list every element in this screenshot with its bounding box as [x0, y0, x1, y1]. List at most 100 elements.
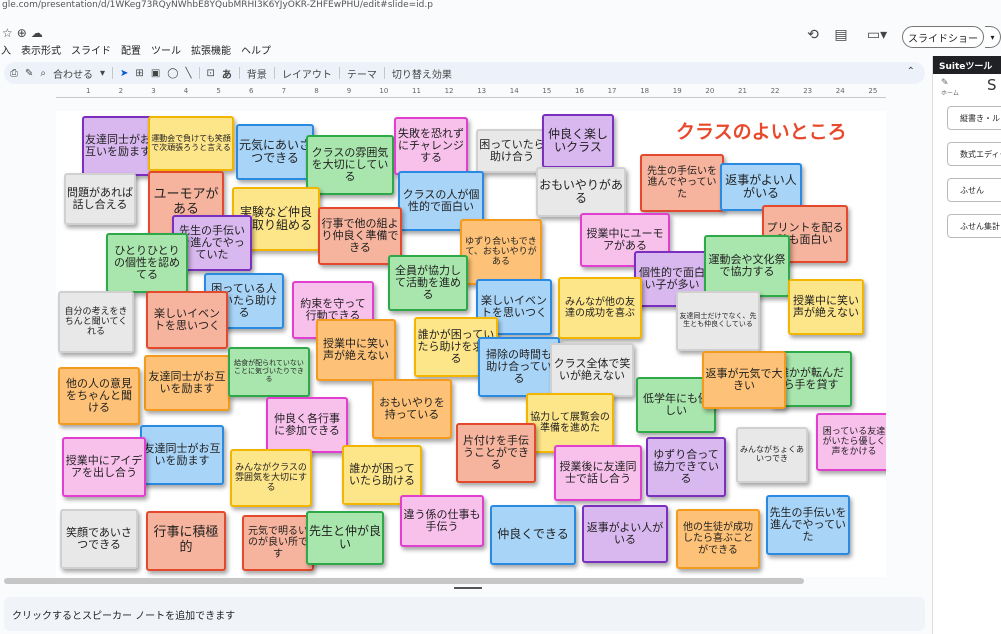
sticky-note[interactable]: 行事に積極的	[146, 511, 226, 571]
sticky-note[interactable]: 他の生徒が成功したら喜ぶことができる	[676, 509, 760, 569]
menu-item[interactable]: ヘルプ	[240, 42, 272, 57]
image-icon[interactable]: ▣	[151, 68, 160, 79]
sticky-note[interactable]: 先生と仲が良い	[306, 511, 384, 565]
speaker-notes-area[interactable]: クリックするとスピーカー ノートを追加できます	[4, 597, 925, 631]
ruler-tick-label: 12	[444, 87, 454, 95]
sticky-note[interactable]: 仲良くできる	[490, 505, 576, 565]
theme-button[interactable]: テーマ	[347, 66, 377, 81]
sticky-note[interactable]: 楽しいイベントを思いつく	[146, 291, 228, 349]
address-bar-url[interactable]: gle.com/presentation/d/1WKeg73RQyNWhbE8Y…	[0, 0, 1001, 12]
sticky-note[interactable]: 授業中に笑い声が絶えない	[316, 319, 396, 381]
home-icon[interactable]: ✎ ホーム	[941, 78, 959, 97]
sticky-note[interactable]: 友達同士がお互いを励ます	[144, 355, 230, 411]
sticky-note[interactable]: みんなが他の友達の成功を喜ぶ	[558, 277, 642, 339]
zoom-dropdown-icon[interactable]: ▾	[100, 68, 105, 79]
sticky-note[interactable]: 元気にあいさつできる	[236, 124, 314, 180]
sticky-note[interactable]: 片付けを手伝うことができる	[456, 423, 536, 483]
panel-button[interactable]: 縦書き・ルビ	[947, 106, 1001, 130]
input-tools-icon[interactable]: あ	[222, 66, 232, 81]
sticky-note[interactable]: 失敗を恐れずにチャレンジする	[394, 117, 468, 175]
sticky-note[interactable]: 協力して展覧会の準備を進めた	[526, 393, 614, 453]
sticky-note[interactable]: 授業中に笑い声が絶えない	[788, 279, 864, 335]
toolbar-divider	[198, 67, 200, 79]
sticky-note[interactable]: クラスの雰囲気を大切にしている	[306, 135, 394, 195]
comments-icon[interactable]: ▤	[832, 27, 850, 43]
line-icon[interactable]: ╲	[185, 68, 191, 79]
zoom-icon[interactable]: ⌕	[40, 68, 46, 79]
sticky-note[interactable]: 掃除の時間も助け合っている	[478, 337, 560, 397]
toolbar-divider	[273, 67, 275, 79]
sticky-note[interactable]: 返事が元気で大きい	[702, 351, 786, 409]
star-icon[interactable]: ☆	[2, 26, 17, 40]
menu-item[interactable]: ツール	[150, 42, 182, 57]
sticky-note[interactable]: ひとりひとりの個性を認めてる	[106, 233, 188, 293]
slideshow-button[interactable]: スライドショー	[902, 26, 984, 48]
sticky-note[interactable]: おもいやりを持っている	[372, 379, 452, 439]
sticky-note[interactable]: 違う係の仕事も手伝う	[400, 495, 484, 547]
horizontal-scrollbar[interactable]	[4, 578, 804, 584]
slide-title[interactable]: クラスのよいところ	[676, 117, 847, 144]
sticky-note[interactable]: 仲良く各行事に参加できる	[266, 397, 348, 453]
new-slide-icon[interactable]: ⊞	[135, 68, 143, 79]
sticky-note[interactable]: 返事がよい人がいる	[720, 163, 802, 211]
slide-canvas[interactable]: クラスのよいところ 友達同士がお互いを励ます 運動会で負けても笑顔で次頑張ろうと言…	[56, 111, 886, 577]
sticky-note[interactable]: 友達同士がお互いを励ます	[140, 425, 224, 485]
menu-item[interactable]: 入	[0, 42, 12, 57]
panel-button[interactable]: ふせん	[947, 178, 1001, 202]
version-history-icon[interactable]: ⟲	[804, 27, 822, 43]
ruler-tick-label: 6	[249, 87, 254, 95]
move-folder-icon[interactable]: ⊕	[17, 26, 31, 40]
sticky-note[interactable]: ゆずり合って協力できている	[646, 437, 726, 497]
sticky-note[interactable]: ゆずり合いもできて、おもいやりがある	[460, 219, 542, 285]
sticky-note[interactable]: 問題があれば話し合える	[64, 173, 136, 225]
sticky-note[interactable]: 運動会で負けても笑顔で次頑張ろうと言える	[148, 116, 234, 171]
suite-logo: S	[987, 76, 997, 94]
ruler-tick-label: 2	[118, 87, 124, 95]
sticky-note[interactable]: 先生の手伝いを進んでやっていた	[766, 495, 850, 555]
shape-icon[interactable]: ◯	[167, 68, 178, 79]
sticky-note[interactable]: みんながクラスの雰囲気を大切にする	[230, 449, 312, 507]
ruler-tick-label: 7	[281, 87, 287, 95]
sticky-note[interactable]: みんながちょくあいつでき	[736, 427, 808, 483]
slideshow-dropdown[interactable]: ▾	[985, 26, 1001, 48]
paint-format-icon[interactable]: ✎	[25, 68, 33, 79]
sticky-note[interactable]: 自分の考えをきちんと聞いてくれる	[58, 291, 134, 353]
sticky-note[interactable]: 授業後に友達同士で話し合う	[554, 445, 642, 501]
sticky-note[interactable]: おもいやりがある	[536, 167, 626, 217]
zoom-select[interactable]: 合わせる	[53, 66, 93, 81]
sticky-note[interactable]: 困っている友達がいたら優しく声をかける	[816, 413, 886, 471]
sticky-note[interactable]: 他の人の意見をちゃんと聞ける	[58, 367, 140, 425]
sticky-note[interactable]: 先生の手伝いを進んでやっていた	[640, 154, 724, 212]
toolbar: ⎙ ✎ ⌕ 合わせる ▾ ➤ ⊞ ▣ ◯ ╲ ⊡ あ 背景 レイアウト テーマ …	[4, 62, 925, 84]
sticky-note[interactable]: 友達同士がお互いを励ます	[82, 116, 154, 176]
sticky-note[interactable]: 運動会や文化祭で協力する	[704, 235, 790, 297]
panel-button[interactable]: ふせん集計	[947, 214, 1001, 238]
menu-item[interactable]: 表示形式	[20, 42, 62, 57]
comment-add-icon[interactable]: ⊡	[207, 68, 215, 79]
panel-button[interactable]: 数式エディタ	[947, 142, 1001, 166]
sticky-note[interactable]: 笑顔であいさつできる	[60, 509, 138, 569]
sticky-note[interactable]: 友達同士だけでなく、先生とも仲良くしている	[676, 291, 760, 351]
sticky-note[interactable]: クラス全体で笑いが絶えない	[550, 343, 634, 397]
toolbar-divider	[338, 67, 340, 79]
sticky-note[interactable]: 授業中にアイデアを出し合う	[62, 437, 146, 497]
sticky-note[interactable]: 返事がよい人がいる	[582, 505, 668, 563]
ruler-tick-label: 1	[86, 87, 91, 95]
sticky-note[interactable]: 仲良く楽しいクラス	[542, 114, 614, 168]
background-button[interactable]: 背景	[247, 66, 267, 81]
menu-item[interactable]: 拡張機能	[190, 42, 232, 57]
sticky-note[interactable]: 給食が配られていないことに気づいたりできる	[228, 347, 310, 397]
collapse-toolbar-icon[interactable]: ⌃	[907, 66, 915, 77]
notes-resize-handle[interactable]	[454, 587, 482, 589]
layout-button[interactable]: レイアウト	[282, 66, 332, 81]
menu-item[interactable]: 配置	[120, 42, 142, 57]
sticky-note[interactable]: 全員が協力して活動を進める	[388, 255, 468, 311]
transition-button[interactable]: 切り替え効果	[392, 66, 452, 81]
sticky-note[interactable]: 元気で明るいのが良い所です	[242, 515, 314, 571]
menu-item[interactable]: スライド	[70, 42, 112, 57]
horizontal-ruler[interactable]: 1 2 3 4 5 6 7 8 9 10 11 12 13 14 15 16 17 18 19 20 21 22 23 24 2…	[56, 86, 886, 98]
ruler-tick-label: 25	[868, 87, 878, 95]
select-cursor-icon[interactable]: ➤	[120, 68, 128, 79]
meet-icon[interactable]: ▭▾	[862, 27, 892, 43]
print-icon[interactable]: ⎙	[10, 68, 18, 79]
